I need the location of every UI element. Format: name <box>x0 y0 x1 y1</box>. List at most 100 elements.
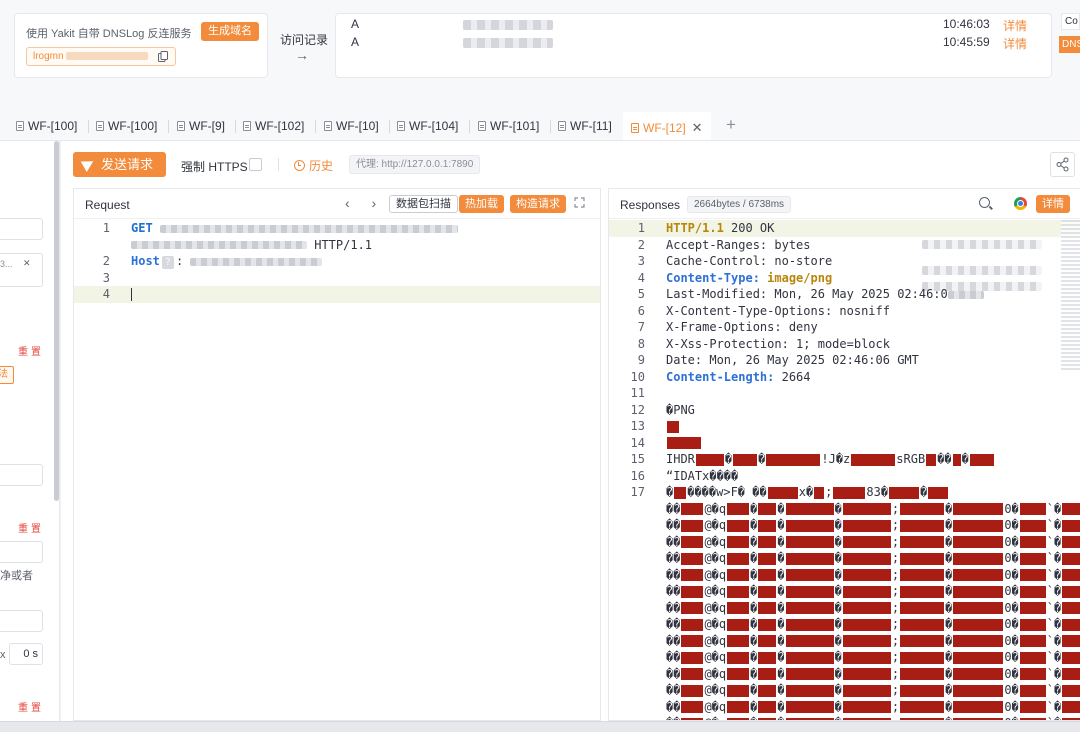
history-nav-arrows[interactable]: ‹ › <box>345 195 385 211</box>
search-icon[interactable] <box>979 197 990 208</box>
response-pane: Responses 2664bytes / 6738ms 详情 1 HTTP/1.… <box>608 188 1080 721</box>
tab-wf-9[interactable]: WF-[9] <box>177 112 225 140</box>
browser-icon[interactable] <box>1014 197 1027 210</box>
binary-byte <box>900 651 945 664</box>
url-redacted <box>159 224 458 233</box>
binary-byte <box>785 651 834 664</box>
config-input[interactable] <box>0 541 43 563</box>
config-tag[interactable]: 法 <box>0 366 14 384</box>
timeout-input[interactable]: 0 s <box>9 643 43 665</box>
line-number: 2 <box>102 254 110 268</box>
binary-byte <box>1062 536 1080 548</box>
code-line-wrapped: ��@�q���;�0�`� <box>609 633 1080 650</box>
editor-minimap[interactable] <box>1061 220 1080 370</box>
visit-records-list: A 10:46:03 详情 A 10:45:59 详情 <box>335 13 1052 78</box>
force-https-checkbox[interactable] <box>249 158 262 171</box>
binary-byte <box>842 618 891 631</box>
binary-text: � <box>834 567 842 582</box>
response-detail-button[interactable]: 详情 <box>1036 195 1070 213</box>
hot-load-button[interactable]: 热加载 <box>459 195 504 213</box>
copy-icon[interactable] <box>158 51 168 62</box>
line-number: 3 <box>637 254 645 268</box>
response-editor[interactable]: 1 HTTP/1.1 200 OK 2 Accept-Ranges: bytes 3… <box>609 220 1080 720</box>
tab-wf-10[interactable]: WF-[10] <box>324 112 379 140</box>
binary-byte <box>727 552 750 565</box>
binary-text: �� <box>666 600 681 615</box>
generate-domain-button[interactable]: 生成域名 <box>201 22 259 41</box>
tab-wf-102[interactable]: WF-[102] <box>243 112 304 140</box>
dnslog-domain-field[interactable]: lrogmn <box>26 47 176 66</box>
binary-byte <box>1019 552 1046 565</box>
config-input[interactable] <box>0 610 43 632</box>
tab-wf-104[interactable]: WF-[104] <box>397 112 458 140</box>
arrow-right-icon: → <box>295 47 309 63</box>
tab-wf-100[interactable]: WF-[100] <box>96 112 157 140</box>
line-number: 8 <box>637 336 645 351</box>
code-line: 2 Accept-Ranges: bytes <box>609 237 1080 254</box>
build-request-button[interactable]: 构造请求 <box>510 195 566 213</box>
binary-text: x� <box>798 485 814 499</box>
close-icon[interactable]: ✕ <box>692 120 703 135</box>
record-detail-link[interactable]: 详情 <box>1003 35 1027 52</box>
side-tab-dns[interactable]: DNS <box>1059 36 1080 53</box>
binary-byte <box>758 701 777 713</box>
binary-byte <box>681 585 704 598</box>
binary-text: � <box>750 518 758 532</box>
line-number: 1 <box>102 221 110 235</box>
packet-scan-button[interactable]: 数据包扫描 <box>389 195 458 213</box>
binary-byte <box>1062 552 1080 565</box>
binary-text: 0� <box>1004 650 1019 664</box>
binary-text: �� <box>666 633 681 648</box>
expand-icon[interactable] <box>574 197 585 208</box>
binary-byte <box>953 503 1004 515</box>
tab-wf-100[interactable]: WF-[100] <box>16 112 77 140</box>
tab-label: WF-[10] <box>336 119 379 133</box>
tab-label: WF-[101] <box>490 119 540 133</box>
binary-text: !J�z <box>821 452 851 466</box>
binary-text: � <box>834 650 842 664</box>
line-number: 15 <box>630 452 645 466</box>
config-input[interactable] <box>0 464 43 486</box>
binary-text: `� <box>1046 600 1062 615</box>
binary-byte <box>842 668 891 680</box>
history-button[interactable]: 历史 <box>294 157 333 174</box>
binary-text: � <box>777 699 785 714</box>
binary-text: @�q <box>704 518 727 532</box>
code-line: 1 GET <box>74 220 600 237</box>
record-detail-link[interactable]: 详情 <box>1003 17 1027 34</box>
binary-byte <box>842 519 891 532</box>
binary-text: `� <box>1046 683 1062 697</box>
binary-byte <box>727 602 750 614</box>
binary-byte <box>785 635 834 647</box>
binary-byte <box>833 486 866 499</box>
add-tab-button[interactable]: + <box>726 115 736 135</box>
reset-button[interactable]: 重置 <box>18 343 44 358</box>
tab-wf-11[interactable]: WF-[11] <box>558 112 612 140</box>
config-input[interactable] <box>0 218 43 240</box>
send-request-button[interactable]: 发送请求 <box>73 152 166 177</box>
proxy-badge[interactable]: 代理: http://127.0.0.1:7890 <box>349 155 481 174</box>
binary-text: ; <box>825 485 833 499</box>
binary-text: sRGB <box>896 452 926 466</box>
binary-byte <box>1062 602 1080 614</box>
config-chip[interactable]: 3... ✕ <box>0 253 43 287</box>
binary-byte <box>1019 519 1046 532</box>
close-icon[interactable]: ✕ <box>23 258 31 269</box>
binary-text: � <box>750 501 758 516</box>
reset-button[interactable]: 重置 <box>18 699 44 714</box>
tab-wf-12[interactable]: WF-[12] ✕ <box>623 112 711 140</box>
scrollbar[interactable] <box>54 141 59 501</box>
binary-byte <box>900 569 945 581</box>
binary-byte <box>900 635 945 647</box>
line-number: 11 <box>630 386 645 400</box>
binary-byte <box>727 701 750 713</box>
share-button[interactable] <box>1050 152 1075 177</box>
binary-text: � <box>750 584 758 598</box>
side-tab-co[interactable]: Co <box>1061 13 1080 30</box>
request-editor[interactable]: 1 GET HTTP/1.1 2 Host?: 3 4 <box>74 220 600 303</box>
reset-button[interactable]: 重置 <box>18 520 44 535</box>
binary-byte <box>1019 569 1046 581</box>
file-icon <box>96 121 104 131</box>
domain-prefix: lrogmn <box>33 51 64 62</box>
tab-wf-101[interactable]: WF-[101] <box>478 112 539 140</box>
